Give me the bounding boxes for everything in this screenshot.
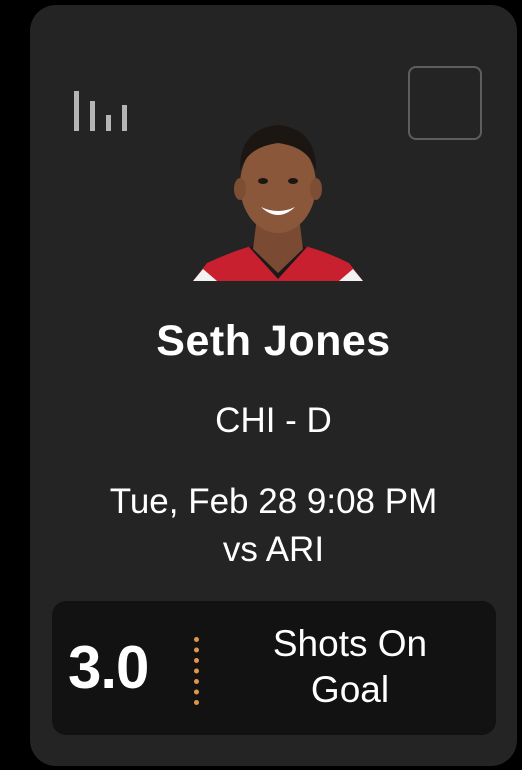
player-name: Seth Jones <box>156 317 391 365</box>
player-headshot <box>193 113 363 281</box>
game-time: Tue, Feb 28 9:08 PM <box>109 482 438 521</box>
divider <box>194 637 199 705</box>
opponent: vs ARI <box>222 530 325 569</box>
projection-card[interactable]: Seth Jones CHI - D Tue, Feb 28 9:08 PM v… <box>30 5 517 766</box>
stat-type-label: Shots On Goal <box>272 623 428 710</box>
select-checkbox[interactable] <box>408 66 482 140</box>
bar-chart-icon[interactable] <box>72 85 132 133</box>
projection-line-box: 3.0 Shots On Goal <box>52 601 496 735</box>
line-value: 3.0 <box>68 634 149 701</box>
team-position: CHI - D <box>215 401 332 440</box>
